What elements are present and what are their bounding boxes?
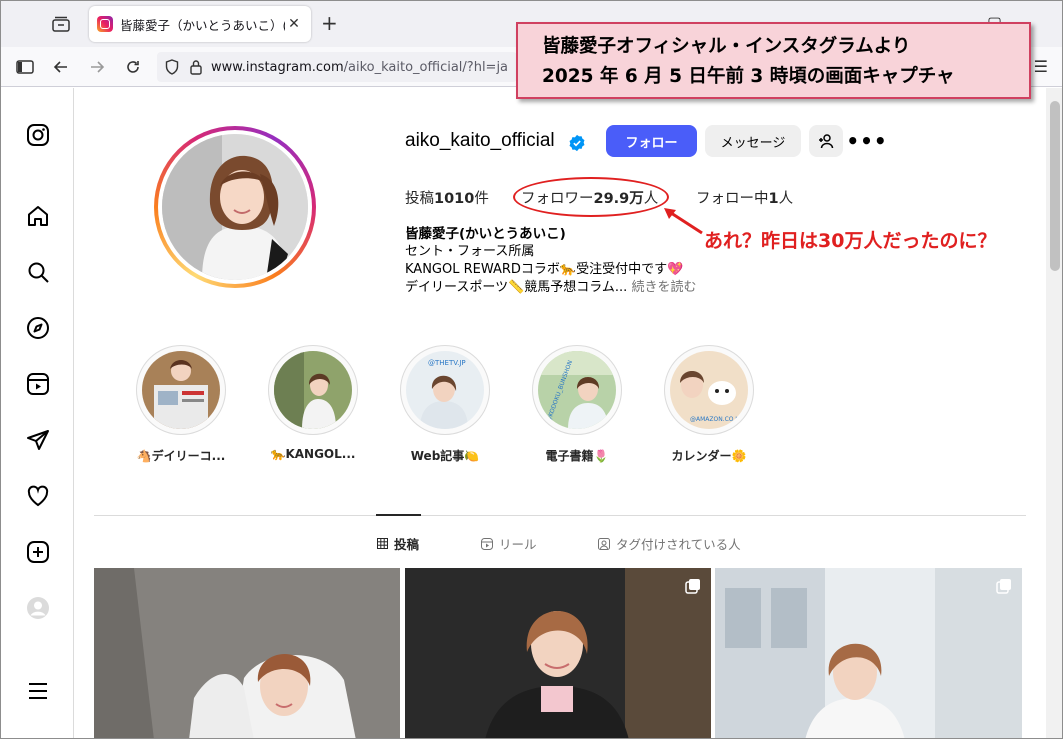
- scrollbar-thumb[interactable]: [1050, 101, 1060, 271]
- tagged-tab-icon: [598, 537, 610, 550]
- annotation-line-1: 皆藤愛子オフィシャル・インスタグラムより: [542, 36, 911, 57]
- highlight-label: 🐆KANGOL...: [270, 447, 356, 461]
- highlight-ring: [136, 345, 226, 435]
- tab-close-icon[interactable]: ✕: [285, 15, 303, 33]
- instagram-favicon-icon: [97, 16, 113, 32]
- sidebar-toggle-icon[interactable]: [13, 55, 37, 79]
- posts-count: 投稿1010件: [405, 191, 489, 207]
- profile-username: aiko_kaito_official: [405, 130, 555, 151]
- bio-read-more-link[interactable]: 続きを読む: [631, 280, 696, 295]
- message-button[interactable]: メッセージ: [705, 125, 801, 157]
- url-text: www.instagram.com/aiko_kaito_official/?h…: [211, 59, 509, 75]
- search-icon[interactable]: [25, 259, 51, 285]
- post-thumbnail[interactable]: [94, 568, 400, 738]
- highlight-ellipse-annotation: [513, 177, 669, 217]
- create-icon[interactable]: [25, 539, 51, 565]
- highlight-ring: @THETV.JP: [400, 345, 490, 435]
- reload-icon[interactable]: [121, 55, 145, 79]
- options-more-icon[interactable]: •••: [846, 127, 886, 155]
- profile-photo: [162, 134, 308, 280]
- suggested-accounts-button[interactable]: [809, 125, 843, 157]
- profile-bio: 皆藤愛子(かいとうあいこ) セント・フォース所属 KANGOL REWARDコラ…: [405, 225, 696, 297]
- profile-avatar-icon[interactable]: [25, 595, 51, 621]
- multi-post-icon: [996, 579, 1011, 594]
- reels-tab-icon: [481, 537, 493, 550]
- highlight-label: 電子書籍🌷: [545, 449, 609, 463]
- home-icon[interactable]: [25, 203, 51, 229]
- highlight-watermark: @AMAZON.CO.JP: [690, 416, 741, 423]
- highlight-cover: @THETV.JP: [406, 351, 484, 429]
- tab-reels-label: リール: [499, 537, 537, 552]
- bio-line: KANGOL REWARDコラボ🐆受注受付中です💖: [405, 262, 684, 277]
- highlight-item[interactable]: @AMAZON.CO.JP カレンダー🌼: [659, 345, 759, 464]
- forward-icon[interactable]: [85, 55, 109, 79]
- highlight-watermark: @THETV.JP: [428, 359, 466, 367]
- tab-tagged[interactable]: タグ付けされている人: [598, 534, 741, 553]
- red-arrow-annotation: [664, 208, 703, 235]
- verified-badge-icon: [569, 134, 585, 152]
- avatar-ring-gap: [158, 130, 312, 284]
- back-icon[interactable]: [49, 55, 73, 79]
- annotation-note-box: 皆藤愛子オフィシャル・インスタグラムより 2025 年 6 月 5 日午前 3 …: [516, 22, 1031, 99]
- more-menu-icon[interactable]: [25, 678, 51, 704]
- highlight-item[interactable]: @KODOKU_BUNSHON 電子書籍🌷: [527, 345, 627, 464]
- highlight-cover: [274, 351, 352, 429]
- tab-posts-label: 投稿: [394, 537, 420, 552]
- highlight-cover: @AMAZON.CO.JP: [670, 351, 748, 429]
- multi-post-icon: [685, 579, 700, 594]
- direct-messages-icon[interactable]: [25, 427, 51, 453]
- highlight-label: カレンダー🌼: [671, 449, 747, 463]
- bio-display-name: 皆藤愛子(かいとうあいこ): [405, 226, 566, 242]
- post-thumbnail[interactable]: [405, 568, 711, 738]
- shield-icon[interactable]: [165, 59, 179, 75]
- highlight-item[interactable]: 🐴デイリーコ...: [131, 345, 231, 464]
- bio-line: セント・フォース所属: [405, 244, 535, 259]
- following-count[interactable]: フォロー中1人: [696, 187, 793, 208]
- url-bar[interactable]: www.instagram.com/aiko_kaito_official/?h…: [157, 52, 517, 82]
- highlight-ring: [268, 345, 358, 435]
- active-tab-indicator: [376, 514, 421, 516]
- browser-tab-active[interactable]: 皆藤愛子（かいとうあいこ）(@aiko ✕: [89, 6, 311, 42]
- instagram-logo-icon[interactable]: [25, 122, 51, 148]
- annotation-callout: あれ？昨日は30万人だったのに？: [704, 230, 997, 252]
- tab-list-icon[interactable]: [49, 13, 73, 35]
- highlight-label: 🐴デイリーコ...: [136, 449, 226, 463]
- profile-avatar[interactable]: [154, 126, 316, 288]
- post-thumbnail[interactable]: [715, 568, 1022, 738]
- explore-icon[interactable]: [25, 315, 51, 341]
- highlight-ring: @AMAZON.CO.JP: [664, 345, 754, 435]
- instagram-nav-rail: [1, 88, 74, 738]
- tab-posts[interactable]: 投稿: [377, 534, 419, 553]
- tab-title: 皆藤愛子（かいとうあいこ）(@aiko: [120, 17, 285, 33]
- highlight-cover: [142, 351, 220, 429]
- highlight-item[interactable]: @THETV.JP Web記事🍋: [395, 345, 495, 464]
- highlight-ring: @KODOKU_BUNSHON: [532, 345, 622, 435]
- tabs-divider: [94, 515, 1026, 516]
- grid-icon: [377, 538, 388, 549]
- highlight-cover: @KODOKU_BUNSHON: [538, 351, 616, 429]
- add-person-icon: [819, 134, 834, 149]
- follow-button[interactable]: フォロー: [606, 125, 697, 157]
- highlight-item[interactable]: 🐆KANGOL...: [263, 345, 363, 461]
- reels-icon[interactable]: [25, 371, 51, 397]
- annotation-line-2: 2025 年 6 月 5 日午前 3 時頃の画面キャプチャ: [542, 66, 955, 87]
- bio-line: デイリースポーツ📏競馬予想コラム... 続きを読む: [405, 280, 697, 295]
- app-menu-icon[interactable]: ☰: [1034, 57, 1048, 76]
- notifications-heart-icon[interactable]: [25, 483, 51, 509]
- highlight-label: Web記事🍋: [410, 449, 480, 463]
- tab-tagged-label: タグ付けされている人: [616, 537, 741, 552]
- lock-icon[interactable]: [189, 59, 203, 75]
- tab-reels[interactable]: リール: [481, 534, 537, 553]
- screenshot-frame: 皆藤愛子（かいとうあいこ）(@aiko ✕ + — ▢ www.instagra…: [0, 0, 1063, 739]
- new-tab-icon[interactable]: +: [321, 13, 338, 33]
